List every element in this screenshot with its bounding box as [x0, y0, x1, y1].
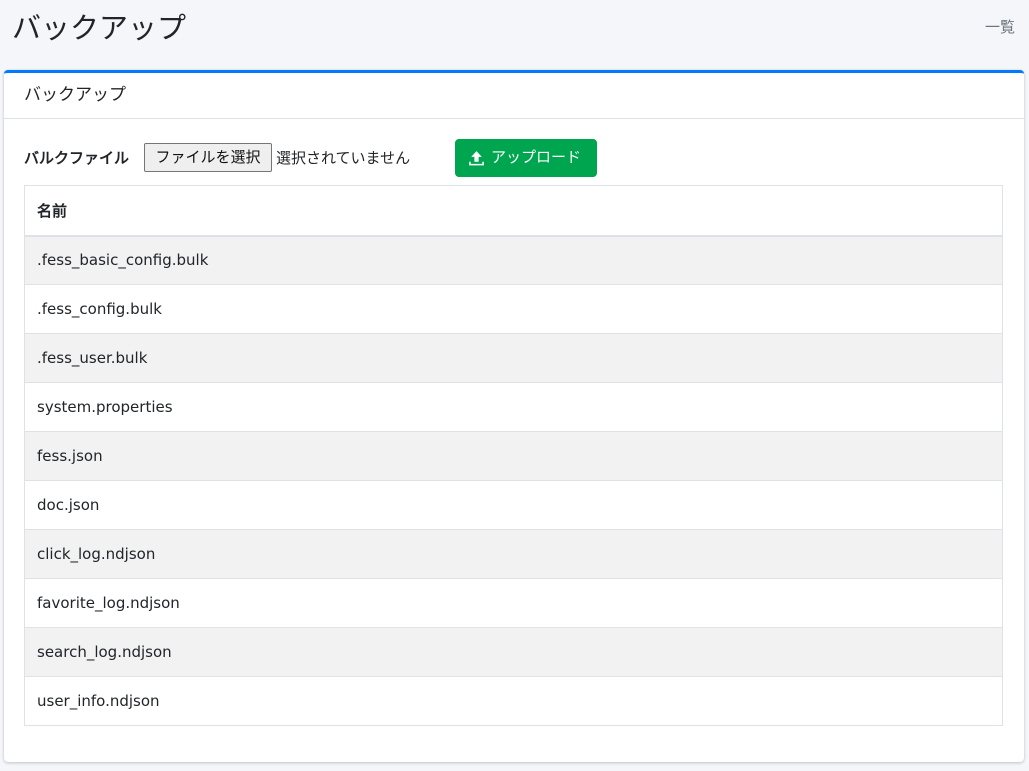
file-name-link[interactable]: user_info.ndjson: [24, 676, 1003, 726]
file-name-link[interactable]: system.properties: [24, 382, 1003, 432]
page-title: バックアップ: [12, 11, 187, 45]
file-name-link[interactable]: fess.json: [24, 431, 1003, 481]
upload-icon: [469, 150, 484, 165]
column-header-name: 名前: [24, 185, 1003, 237]
file-name-link[interactable]: doc.json: [24, 480, 1003, 530]
breadcrumb-list-link[interactable]: 一覧: [985, 16, 1015, 37]
table-body: .fess_basic_config.bulk .fess_config.bulk…: [24, 235, 1003, 726]
file-name-link[interactable]: .fess_user.bulk: [24, 333, 1003, 383]
content-header: バックアップ 一覧: [0, 0, 1029, 70]
table-row: system.properties: [24, 382, 1003, 432]
file-name-link[interactable]: favorite_log.ndjson: [24, 578, 1003, 628]
backup-card: バックアップ バルクファイル ファイルを選択 選択されていません アップロード …: [4, 70, 1024, 762]
card-header: バックアップ: [4, 73, 1024, 119]
upload-form: バルクファイル ファイルを選択 選択されていません アップロード: [24, 139, 1004, 177]
table-row: .fess_user.bulk: [24, 333, 1003, 383]
file-name-link[interactable]: .fess_basic_config.bulk: [24, 235, 1003, 285]
table-row: search_log.ndjson: [24, 627, 1003, 677]
backup-file-table: 名前 .fess_basic_config.bulk .fess_config.b…: [24, 185, 1003, 726]
choose-file-button[interactable]: ファイルを選択: [144, 143, 272, 172]
table-row: user_info.ndjson: [24, 676, 1003, 726]
upload-button-label: アップロード: [491, 149, 582, 166]
table-header-row: 名前: [24, 185, 1003, 237]
table-row: favorite_log.ndjson: [24, 578, 1003, 628]
file-name-link[interactable]: search_log.ndjson: [24, 627, 1003, 677]
file-name-link[interactable]: click_log.ndjson: [24, 529, 1003, 579]
table-row: fess.json: [24, 431, 1003, 481]
table-row: doc.json: [24, 480, 1003, 530]
card-title: バックアップ: [24, 85, 126, 105]
file-name-link[interactable]: .fess_config.bulk: [24, 284, 1003, 334]
file-status-text: 選択されていません: [276, 149, 411, 167]
table-row: click_log.ndjson: [24, 529, 1003, 579]
bulk-file-label: バルクファイル: [24, 149, 130, 167]
table-row: .fess_config.bulk: [24, 284, 1003, 334]
table-row: .fess_basic_config.bulk: [24, 235, 1003, 285]
upload-button[interactable]: アップロード: [455, 139, 597, 177]
